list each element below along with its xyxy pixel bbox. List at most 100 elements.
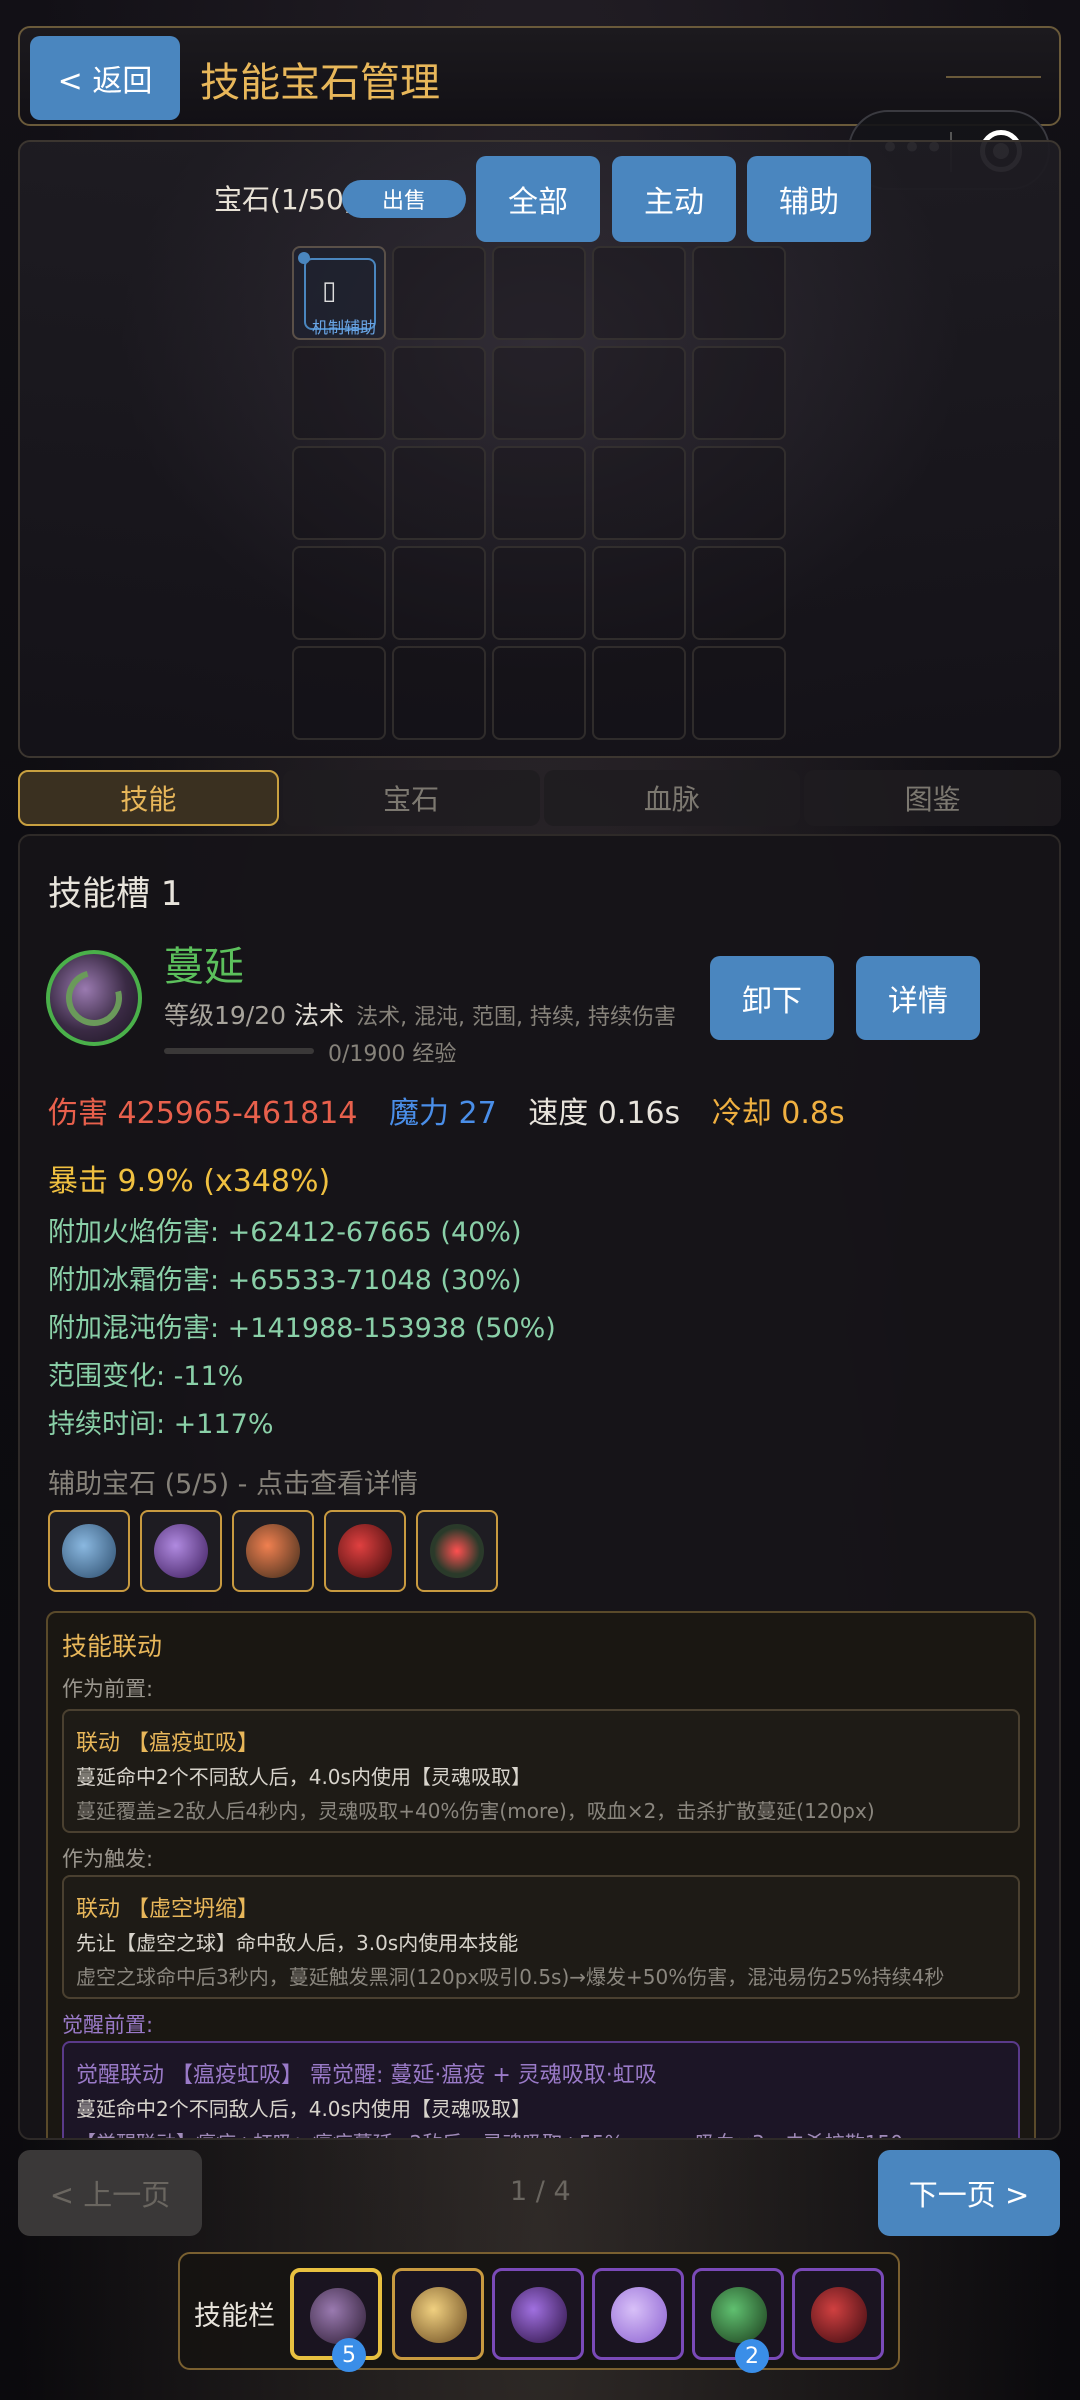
gem-slot[interactable]	[592, 646, 686, 740]
crystal-ball-icon	[611, 2287, 667, 2343]
gem-slot[interactable]	[692, 346, 786, 440]
gem-item-label: 机制辅助	[312, 318, 377, 337]
modifier-line: 附加混沌伤害: +141988-153938 (50%)	[48, 1313, 556, 1344]
gem-slot[interactable]	[492, 446, 586, 540]
gem-slot[interactable]	[292, 346, 386, 440]
slot-badge: 2	[735, 2339, 769, 2373]
crit-stat: 暴击 9.9% (x348%)	[48, 1164, 331, 1199]
mana-stat: 魔力 27	[388, 1096, 497, 1131]
red-eye-icon	[430, 1524, 484, 1578]
gem-slot[interactable]	[292, 546, 386, 640]
gem-slot[interactable]	[492, 346, 586, 440]
skill-icon[interactable]	[46, 950, 142, 1046]
support-gem-slot[interactable]	[416, 1510, 498, 1592]
tab-bloodline[interactable]: 血脉	[543, 770, 801, 826]
void-skill-icon	[511, 2287, 567, 2343]
gem-slot[interactable]	[392, 346, 486, 440]
link-card-pre[interactable]: 联动 【瘟疫虹吸】 蔓延命中2个不同敌人后，4.0s内使用【灵魂吸取】 蔓延覆盖…	[62, 1709, 1020, 1833]
xp-progress-bar	[164, 1048, 314, 1054]
skill-bar-slot[interactable]	[392, 2268, 484, 2360]
gem-glyph: ▯	[322, 276, 337, 306]
tab-skills[interactable]: 技能	[18, 770, 279, 826]
gem-slot[interactable]	[292, 646, 386, 740]
gem-slot[interactable]	[692, 246, 786, 340]
skill-bar-slot[interactable]: 2	[692, 2268, 784, 2373]
page-title: 技能宝石管理	[200, 60, 440, 106]
gem-slot[interactable]	[592, 246, 686, 340]
gem-slot[interactable]	[492, 646, 586, 740]
detail-button[interactable]: 详情	[856, 956, 980, 1040]
link-card-title: 觉醒联动 【瘟疫虹吸】 需觉醒: 蔓延·瘟疫 + 灵魂吸取·虹吸	[76, 2063, 657, 2088]
back-button[interactable]: < 返回	[30, 36, 180, 120]
blood-claw-icon	[338, 1524, 392, 1578]
support-gem-slot[interactable]	[324, 1510, 406, 1592]
light-orb-icon	[411, 2287, 467, 2343]
gem-slot[interactable]	[692, 446, 786, 540]
filter-active-button[interactable]: 主动	[612, 156, 736, 242]
gem-slot[interactable]	[492, 546, 586, 640]
gem-slot[interactable]: ▯ 机制辅助	[292, 246, 386, 340]
filter-all-button[interactable]: 全部	[476, 156, 600, 242]
skill-bar-slot[interactable]: 5	[290, 2268, 382, 2372]
next-page-button[interactable]: 下一页 >	[878, 2150, 1060, 2236]
modifier-line: 持续时间: +117%	[48, 1409, 274, 1440]
gem-slot[interactable]	[592, 446, 686, 540]
skill-type: 法术	[294, 1001, 345, 1030]
support-gem-slot[interactable]	[140, 1510, 222, 1592]
trigger-label: 作为触发:	[62, 1847, 154, 1871]
skill-detail-panel: 技能槽 1 蔓延 等级19/20 法术 法术, 混沌, 范围, 持续, 持续伤害 0…	[18, 834, 1061, 2140]
tab-gems[interactable]: 宝石	[282, 770, 540, 826]
gem-slot[interactable]	[592, 546, 686, 640]
gem-slot[interactable]	[392, 446, 486, 540]
gem-item[interactable]: ▯ 机制辅助	[298, 252, 376, 337]
tab-codex[interactable]: 图鉴	[804, 770, 1061, 826]
stat-line: 伤害 425965-461814 魔力 27 速度 0.16s 冷却 0.8s	[48, 1088, 867, 1132]
skill-bar-slot[interactable]	[792, 2268, 884, 2360]
link-card-condition: 蔓延命中2个不同敌人后，4.0s内使用【灵魂吸取】	[76, 2097, 531, 2121]
speed-stat: 速度 0.16s	[528, 1096, 681, 1131]
skill-slot-title: 技能槽 1	[48, 874, 183, 914]
damage-stat: 伤害 425965-461814	[48, 1096, 358, 1131]
support-gem-slot[interactable]	[232, 1510, 314, 1592]
main-tabs: 技能 宝石 血脉 图鉴	[18, 770, 1061, 826]
gem-slot[interactable]	[292, 446, 386, 540]
modifier-line: 附加火焰伤害: +62412-67665 (40%)	[48, 1217, 522, 1248]
gem-slot[interactable]	[492, 246, 586, 340]
new-dot-icon	[298, 252, 310, 264]
awaken-label: 觉醒前置:	[62, 2013, 154, 2037]
gem-slot[interactable]	[692, 646, 786, 740]
gem-count-label: 宝石(1/50)	[214, 183, 355, 216]
plague-skill-icon	[310, 2288, 366, 2344]
xp-text: 0/1900 经验	[328, 1042, 457, 1067]
link-card-condition: 先让【虚空之球】命中敌人后，3.0s内使用本技能	[76, 1931, 519, 1955]
skill-bar-slot[interactable]	[592, 2268, 684, 2360]
gem-slot[interactable]	[592, 346, 686, 440]
gem-slot[interactable]	[692, 546, 786, 640]
blood-skill-icon	[811, 2287, 867, 2343]
nature-skill-icon	[711, 2287, 767, 2343]
sell-button[interactable]: 出售	[342, 180, 466, 218]
link-card-effect: 【觉醒联动】瘟疫+虹吸：瘟疫蔓延≥2敌后，灵魂吸取+55%more，吸血×3，击…	[76, 2127, 927, 2138]
skill-level: 等级19/20	[164, 1001, 287, 1030]
gem-slot[interactable]	[392, 546, 486, 640]
gem-slot[interactable]	[392, 246, 486, 340]
link-card-condition: 蔓延命中2个不同敌人后，4.0s内使用【灵魂吸取】	[76, 1765, 531, 1789]
unequip-button[interactable]: 卸下	[710, 956, 834, 1040]
gem-slot[interactable]	[392, 646, 486, 740]
crystal-icon	[62, 1524, 116, 1578]
skill-link-box: 技能联动 作为前置: 联动 【瘟疫虹吸】 蔓延命中2个不同敌人后，4.0s内使用…	[46, 1611, 1036, 2138]
link-card-awaken[interactable]: 觉醒联动 【瘟疫虹吸】 需觉醒: 蔓延·瘟疫 + 灵魂吸取·虹吸 蔓延命中2个不…	[62, 2041, 1020, 2138]
void-orb-icon	[154, 1524, 208, 1578]
prev-page-button[interactable]: < 上一页	[18, 2150, 202, 2236]
support-gems-title: 辅助宝石 (5/5) - 点击查看详情	[48, 1469, 419, 1500]
filter-support-button[interactable]: 辅助	[747, 156, 871, 242]
skill-bar-slot[interactable]	[492, 2268, 584, 2360]
link-card-title: 联动 【瘟疫虹吸】	[76, 1731, 259, 1756]
skill-bar-label: 技能栏	[194, 2301, 275, 2332]
slot-badge: 5	[332, 2338, 366, 2372]
link-card-trigger[interactable]: 联动 【虚空坍缩】 先让【虚空之球】命中敌人后，3.0s内使用本技能 虚空之球命…	[62, 1875, 1020, 1999]
link-card-effect: 虚空之球命中后3秒内，蔓延触发黑洞(120px吸引0.5s)→爆发+50%伤害，…	[76, 1965, 945, 1989]
skill-meta: 等级19/20 法术 法术, 混沌, 范围, 持续, 持续伤害	[164, 996, 676, 1032]
skill-link-title: 技能联动	[62, 1632, 163, 1661]
support-gem-slot[interactable]	[48, 1510, 130, 1592]
